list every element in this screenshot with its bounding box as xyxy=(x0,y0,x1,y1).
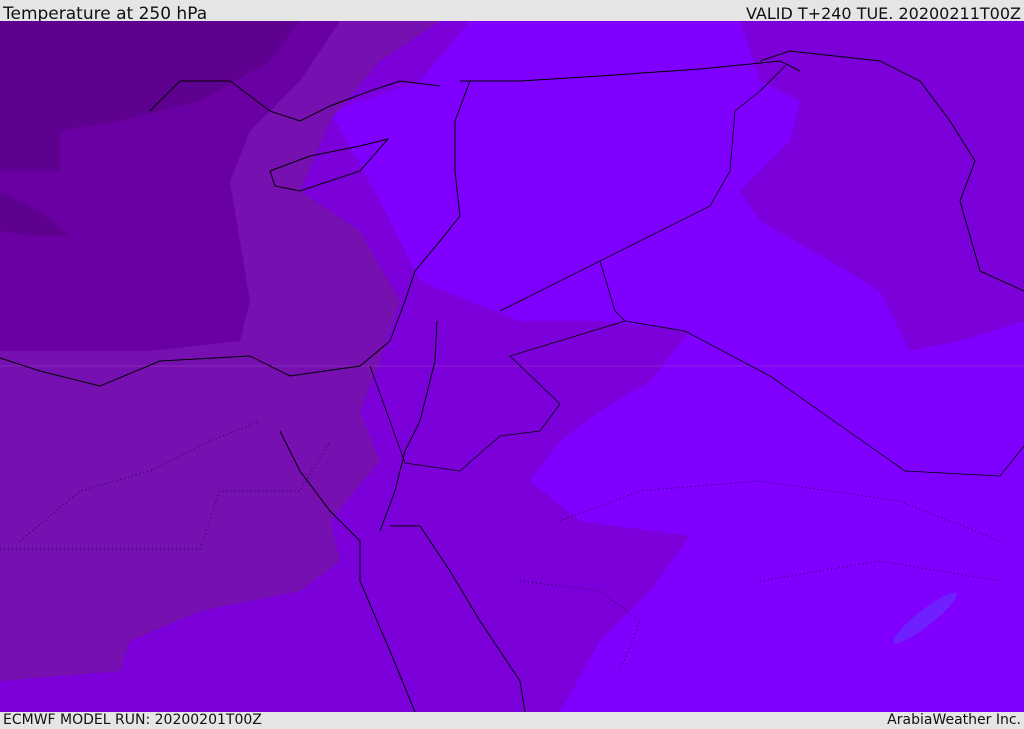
credit: ArabiaWeather Inc. xyxy=(887,712,1021,728)
footer-bar: ECMWF MODEL RUN: 20200201T00Z ArabiaWeat… xyxy=(0,712,1024,729)
temperature-map xyxy=(0,21,1024,712)
model-run: ECMWF MODEL RUN: 20200201T00Z xyxy=(3,712,262,728)
header-bar: Temperature at 250 hPa VALID T+240 TUE. … xyxy=(0,0,1024,24)
